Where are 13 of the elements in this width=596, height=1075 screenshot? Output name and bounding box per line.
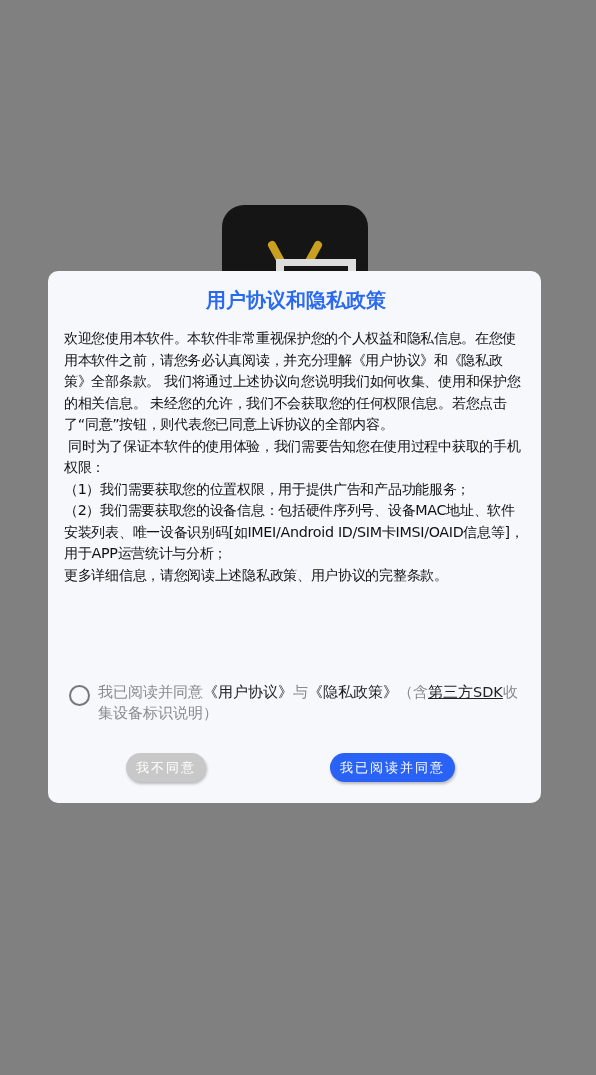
agree-radio[interactable] — [69, 685, 90, 706]
tv-app-icon — [222, 205, 368, 271]
policy-link[interactable]: 《隐私政策》 — [308, 684, 398, 700]
sdk-link[interactable]: 第三方SDK — [428, 684, 503, 700]
consent-text: 我已阅读并同意《用户协议》与《隐私政策》（含第三方SDK收集设备标识说明） — [98, 683, 519, 723]
agree-button[interactable]: 我已阅读并同意 — [330, 753, 455, 782]
dialog-title: 用户协议和隐私政策 — [204, 287, 387, 314]
policy-paragraph: 同时为了保证本软件的使用体验，我们需要告知您在使用过程中获取的手机权限： — [64, 436, 522, 477]
policy-paragraph: （1）我们需要获取您的位置权限，用于提供广告和产品功能服务； — [64, 479, 472, 499]
policy-paragraph: 更多详细信息，请您阅读上述隐私政策、用户协议的完整条款。 — [64, 565, 449, 585]
policy-paragraph: 欢迎您使用本软件。本软件非常重视保护您的个人权益和隐私信息。在您使用本软件之前，请您务必认真阅读，并充分理解《用户协议》和《隐私政策》全部条款。 我们将通过上述协议向您说明我们如何收集、使用和保护您的相关信息。 未经您的允许，我们不会获取您的任何权限信息。若您点击了“同意”按钮，则代表您已同意上诉协议的全部内容。 — [64, 329, 522, 434]
policy-paragraph: （2）我们需要获取您的设备信息：包括硬件序列号、设备MAC地址、软件安装列表、唯一设备识别码[如IMEI/Android ID/SIM卡IMSI/OAID信息等]，用于APP运营统计与分析； — [64, 501, 525, 563]
policy-link[interactable]: 《用户协议》 — [203, 684, 293, 700]
